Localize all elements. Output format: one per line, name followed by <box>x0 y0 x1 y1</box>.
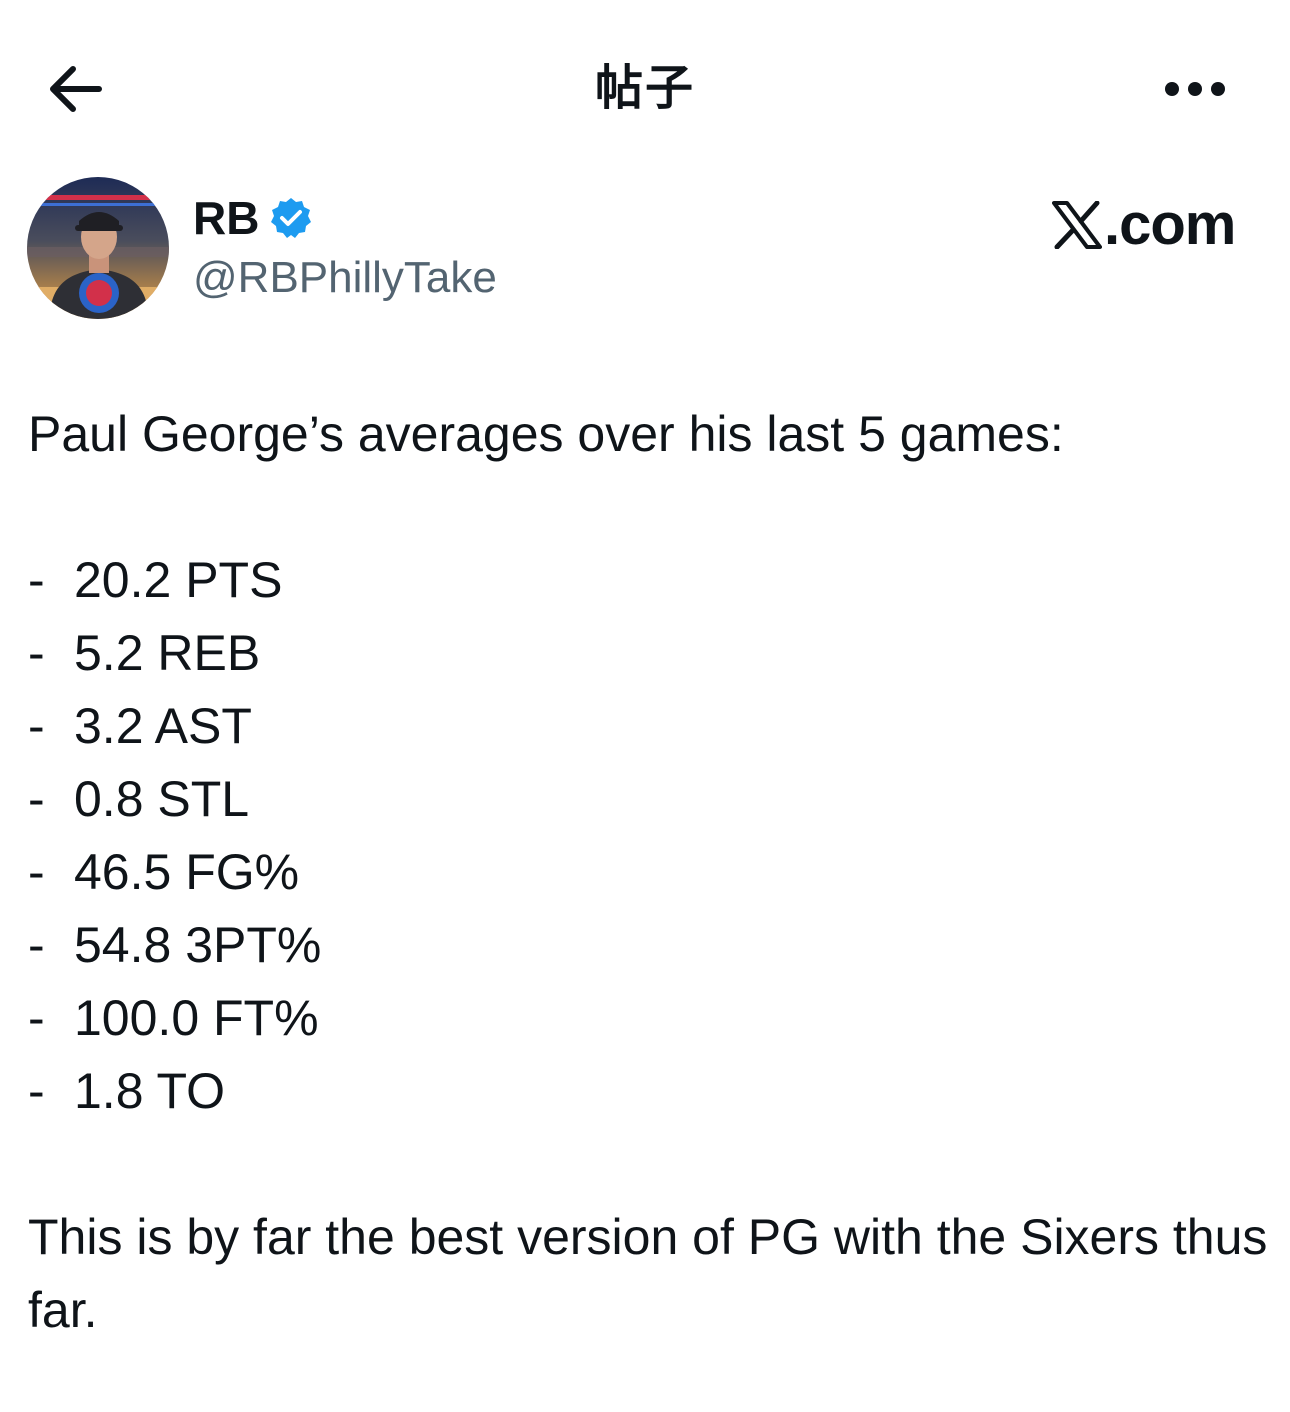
stat-value: 46.5 FG% <box>74 844 300 900</box>
author-avatar[interactable] <box>27 177 169 319</box>
brand-text: .com <box>1104 192 1236 257</box>
stat-item: -46.5 FG% <box>28 836 1268 909</box>
post-body: Paul George’s averages over his last 5 g… <box>28 398 1268 1347</box>
stat-value: 5.2 REB <box>74 625 261 681</box>
page-title: 帖子 <box>594 60 695 116</box>
post-detail-page: 帖子 RB @RBPhillyTake .com Paul George’s a… <box>0 0 1290 1412</box>
stat-item: -54.8 3PT% <box>28 909 1268 982</box>
bullet: - <box>28 990 45 1046</box>
author-name[interactable]: RB <box>193 190 259 246</box>
stat-item: -1.8 TO <box>28 1055 1268 1128</box>
stat-item: -20.2 PTS <box>28 544 1268 617</box>
verified-badge-icon <box>271 198 312 238</box>
bullet: - <box>28 771 45 827</box>
stats-list: -20.2 PTS -5.2 REB -3.2 AST -0.8 STL -46… <box>28 544 1268 1128</box>
avatar-image <box>27 177 169 319</box>
post-closing: This is by far the best version of PG wi… <box>28 1209 1268 1338</box>
bullet: - <box>28 917 45 973</box>
x-logo-icon <box>1052 201 1102 249</box>
more-horizontal-icon <box>1165 82 1225 96</box>
stat-value: 100.0 FT% <box>74 990 319 1046</box>
more-options-button[interactable] <box>1150 66 1240 112</box>
stat-value: 1.8 TO <box>74 1063 226 1119</box>
bullet: - <box>28 698 45 754</box>
post-intro: Paul George’s averages over his last 5 g… <box>28 406 1064 462</box>
bullet: - <box>28 552 45 608</box>
bullet: - <box>28 625 45 681</box>
stat-item: -100.0 FT% <box>28 982 1268 1055</box>
stat-item: -0.8 STL <box>28 763 1268 836</box>
stat-value: 3.2 AST <box>74 698 252 754</box>
author-name-row: RB <box>193 190 313 246</box>
author-handle[interactable]: @RBPhillyTake <box>193 250 497 306</box>
brand-logo[interactable]: .com <box>1052 190 1236 260</box>
stat-value: 0.8 STL <box>74 771 250 827</box>
stat-item: -5.2 REB <box>28 617 1268 690</box>
stat-item: -3.2 AST <box>28 690 1268 763</box>
bullet: - <box>28 844 45 900</box>
top-nav-bar: 帖子 <box>0 0 1290 180</box>
bullet: - <box>28 1063 45 1119</box>
stat-value: 20.2 PTS <box>74 552 283 608</box>
stat-value: 54.8 3PT% <box>74 917 322 973</box>
